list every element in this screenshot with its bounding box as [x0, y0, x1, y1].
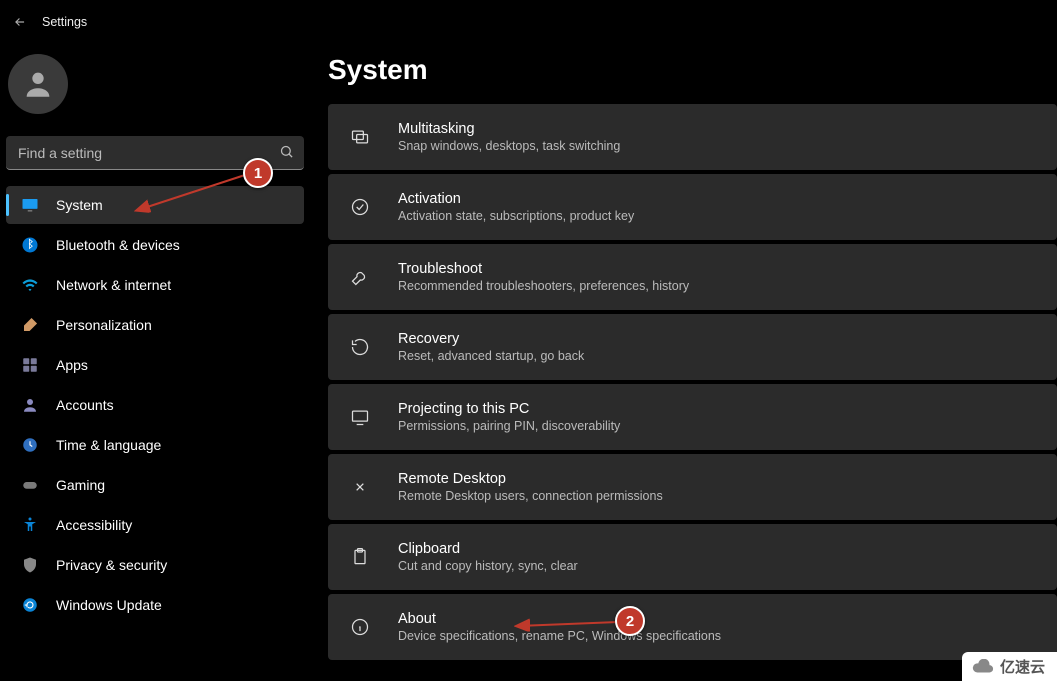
- card-about[interactable]: About Device specifications, rename PC, …: [328, 594, 1057, 660]
- card-remote-desktop[interactable]: Remote Desktop Remote Desktop users, con…: [328, 454, 1057, 520]
- card-sub: Cut and copy history, sync, clear: [398, 559, 578, 573]
- watermark: 亿速云: [962, 652, 1057, 681]
- person-icon: [20, 396, 40, 414]
- back-button[interactable]: [8, 10, 32, 34]
- sidebar-item-label: Personalization: [56, 317, 152, 333]
- sidebar-item-label: Bluetooth & devices: [56, 237, 180, 253]
- sidebar-item-label: System: [56, 197, 103, 213]
- clipboard-icon: [348, 547, 372, 567]
- multitask-icon: [348, 127, 372, 147]
- sidebar-item-privacy[interactable]: Privacy & security: [6, 546, 304, 584]
- card-sub: Activation state, subscriptions, product…: [398, 209, 634, 223]
- card-sub: Permissions, pairing PIN, discoverabilit…: [398, 419, 620, 433]
- arrow-left-icon: [13, 15, 27, 29]
- apps-icon: [20, 356, 40, 374]
- info-icon: [348, 617, 372, 637]
- bluetooth-icon: [20, 236, 40, 254]
- sidebar-item-accounts[interactable]: Accounts: [6, 386, 304, 424]
- card-sub: Snap windows, desktops, task switching: [398, 139, 620, 153]
- card-sub: Recommended troubleshooters, preferences…: [398, 279, 689, 293]
- sidebar: System Bluetooth & devices Network & int…: [0, 44, 310, 681]
- sidebar-item-label: Accounts: [56, 397, 114, 413]
- clock-icon: [20, 436, 40, 454]
- app-title: Settings: [42, 15, 87, 29]
- person-icon: [21, 67, 55, 101]
- card-multitasking[interactable]: Multitasking Snap windows, desktops, tas…: [328, 104, 1057, 170]
- brush-icon: [20, 316, 40, 334]
- search-icon: [279, 144, 294, 162]
- title-bar: Settings: [0, 0, 1057, 44]
- card-sub: Reset, advanced startup, go back: [398, 349, 584, 363]
- cloud-icon: [972, 659, 994, 675]
- page-title: System: [328, 54, 1057, 86]
- update-icon: [20, 596, 40, 614]
- sidebar-item-bluetooth[interactable]: Bluetooth & devices: [6, 226, 304, 264]
- sidebar-item-accessibility[interactable]: Accessibility: [6, 506, 304, 544]
- sidebar-item-label: Gaming: [56, 477, 105, 493]
- sidebar-item-label: Apps: [56, 357, 88, 373]
- accessibility-icon: [20, 516, 40, 534]
- main-content: System Multitasking Snap windows, deskto…: [310, 44, 1057, 681]
- annotation-badge-2: 2: [615, 606, 645, 636]
- sidebar-item-time-language[interactable]: Time & language: [6, 426, 304, 464]
- project-icon: [348, 407, 372, 427]
- sidebar-item-label: Time & language: [56, 437, 161, 453]
- card-troubleshoot[interactable]: Troubleshoot Recommended troubleshooters…: [328, 244, 1057, 310]
- sidebar-item-apps[interactable]: Apps: [6, 346, 304, 384]
- card-title: Projecting to this PC: [398, 401, 620, 417]
- profile-block[interactable]: [6, 50, 304, 132]
- recovery-icon: [348, 337, 372, 357]
- card-title: Troubleshoot: [398, 261, 689, 277]
- gamepad-icon: [20, 476, 40, 494]
- shield-icon: [20, 556, 40, 574]
- wrench-icon: [348, 267, 372, 287]
- card-sub: Remote Desktop users, connection permiss…: [398, 489, 663, 503]
- card-projecting[interactable]: Projecting to this PC Permissions, pairi…: [328, 384, 1057, 450]
- avatar: [8, 54, 68, 114]
- watermark-text: 亿速云: [1000, 656, 1045, 677]
- wifi-icon: [20, 276, 40, 294]
- remote-icon: [348, 477, 372, 497]
- card-title: Recovery: [398, 331, 584, 347]
- sidebar-item-label: Accessibility: [56, 517, 132, 533]
- sidebar-item-label: Windows Update: [56, 597, 162, 613]
- annotation-arrow-1: [130, 168, 260, 218]
- sidebar-item-gaming[interactable]: Gaming: [6, 466, 304, 504]
- sidebar-item-personalization[interactable]: Personalization: [6, 306, 304, 344]
- annotation-arrow-2: [510, 614, 630, 634]
- sidebar-item-windows-update[interactable]: Windows Update: [6, 586, 304, 624]
- settings-card-list: Multitasking Snap windows, desktops, tas…: [328, 104, 1057, 660]
- card-activation[interactable]: Activation Activation state, subscriptio…: [328, 174, 1057, 240]
- sidebar-nav: System Bluetooth & devices Network & int…: [6, 186, 304, 624]
- card-clipboard[interactable]: Clipboard Cut and copy history, sync, cl…: [328, 524, 1057, 590]
- sidebar-item-label: Privacy & security: [56, 557, 167, 573]
- check-circle-icon: [348, 197, 372, 217]
- monitor-icon: [20, 196, 40, 214]
- card-title: Activation: [398, 191, 634, 207]
- card-title: Remote Desktop: [398, 471, 663, 487]
- annotation-badge-1: 1: [243, 158, 273, 188]
- card-recovery[interactable]: Recovery Reset, advanced startup, go bac…: [328, 314, 1057, 380]
- sidebar-item-label: Network & internet: [56, 277, 171, 293]
- card-title: Clipboard: [398, 541, 578, 557]
- sidebar-item-network[interactable]: Network & internet: [6, 266, 304, 304]
- card-title: Multitasking: [398, 121, 620, 137]
